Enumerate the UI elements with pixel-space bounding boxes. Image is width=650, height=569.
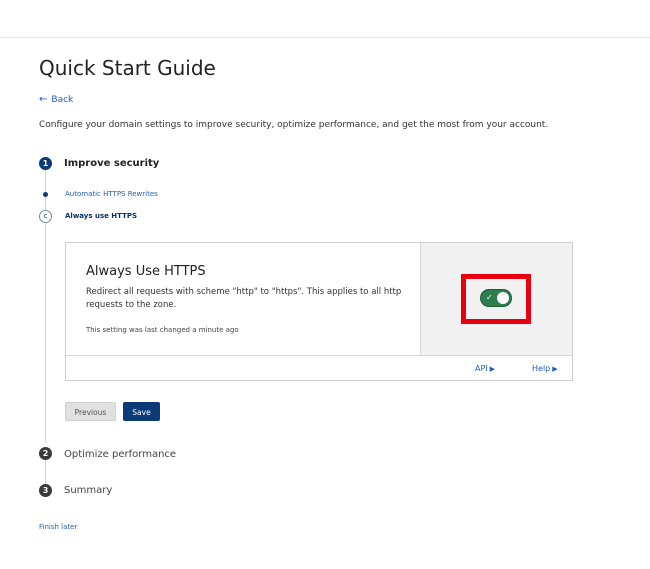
substep-current-marker: c <box>39 210 52 223</box>
check-icon: ✓ <box>486 293 493 302</box>
substep-automatic-https-rewrites[interactable]: Automatic HTTPS Rewrites <box>65 190 158 198</box>
setting-card-body: Always Use HTTPS Redirect all requests w… <box>66 243 421 355</box>
help-link[interactable]: Help ▶ <box>532 364 558 373</box>
back-link[interactable]: ← Back <box>39 94 73 105</box>
step-3-number: 3 <box>39 484 52 497</box>
back-label: Back <box>51 95 74 105</box>
step-2-number: 2 <box>39 447 52 460</box>
setting-last-changed: This setting was last changed a minute a… <box>86 326 239 334</box>
caret-right-icon: ▶ <box>552 365 558 373</box>
step-1-label[interactable]: Improve security <box>64 158 159 169</box>
page-description: Configure your domain settings to improv… <box>39 120 549 130</box>
save-button[interactable]: Save <box>123 402 160 421</box>
finish-later-link[interactable]: Finish later <box>39 523 77 531</box>
page-title: Quick Start Guide <box>39 56 216 80</box>
substep-always-use-https: Always use HTTPS <box>65 212 138 220</box>
step-1-number: 1 <box>39 157 52 170</box>
previous-button[interactable]: Previous <box>65 402 116 421</box>
substep-dot <box>43 192 48 197</box>
step-2-label[interactable]: Optimize performance <box>64 449 176 460</box>
api-link[interactable]: API ▶ <box>475 364 495 373</box>
toggle-knob <box>497 292 509 304</box>
always-use-https-toggle[interactable]: ✓ <box>480 289 512 307</box>
help-label: Help <box>532 364 551 373</box>
setting-control-panel: ✓ <box>421 243 572 355</box>
setting-title: Always Use HTTPS <box>86 264 206 279</box>
step-3-label[interactable]: Summary <box>64 485 112 496</box>
api-label: API <box>475 364 488 373</box>
top-bar <box>0 0 650 38</box>
setting-description: Redirect all requests with scheme "http"… <box>86 287 402 310</box>
arrow-left-icon: ← <box>39 94 48 105</box>
caret-right-icon: ▶ <box>489 365 496 373</box>
stepper-line-lower <box>45 459 46 484</box>
setting-card: Always Use HTTPS Redirect all requests w… <box>65 242 573 381</box>
setting-card-footer: API ▶ Help ▶ <box>66 355 572 381</box>
